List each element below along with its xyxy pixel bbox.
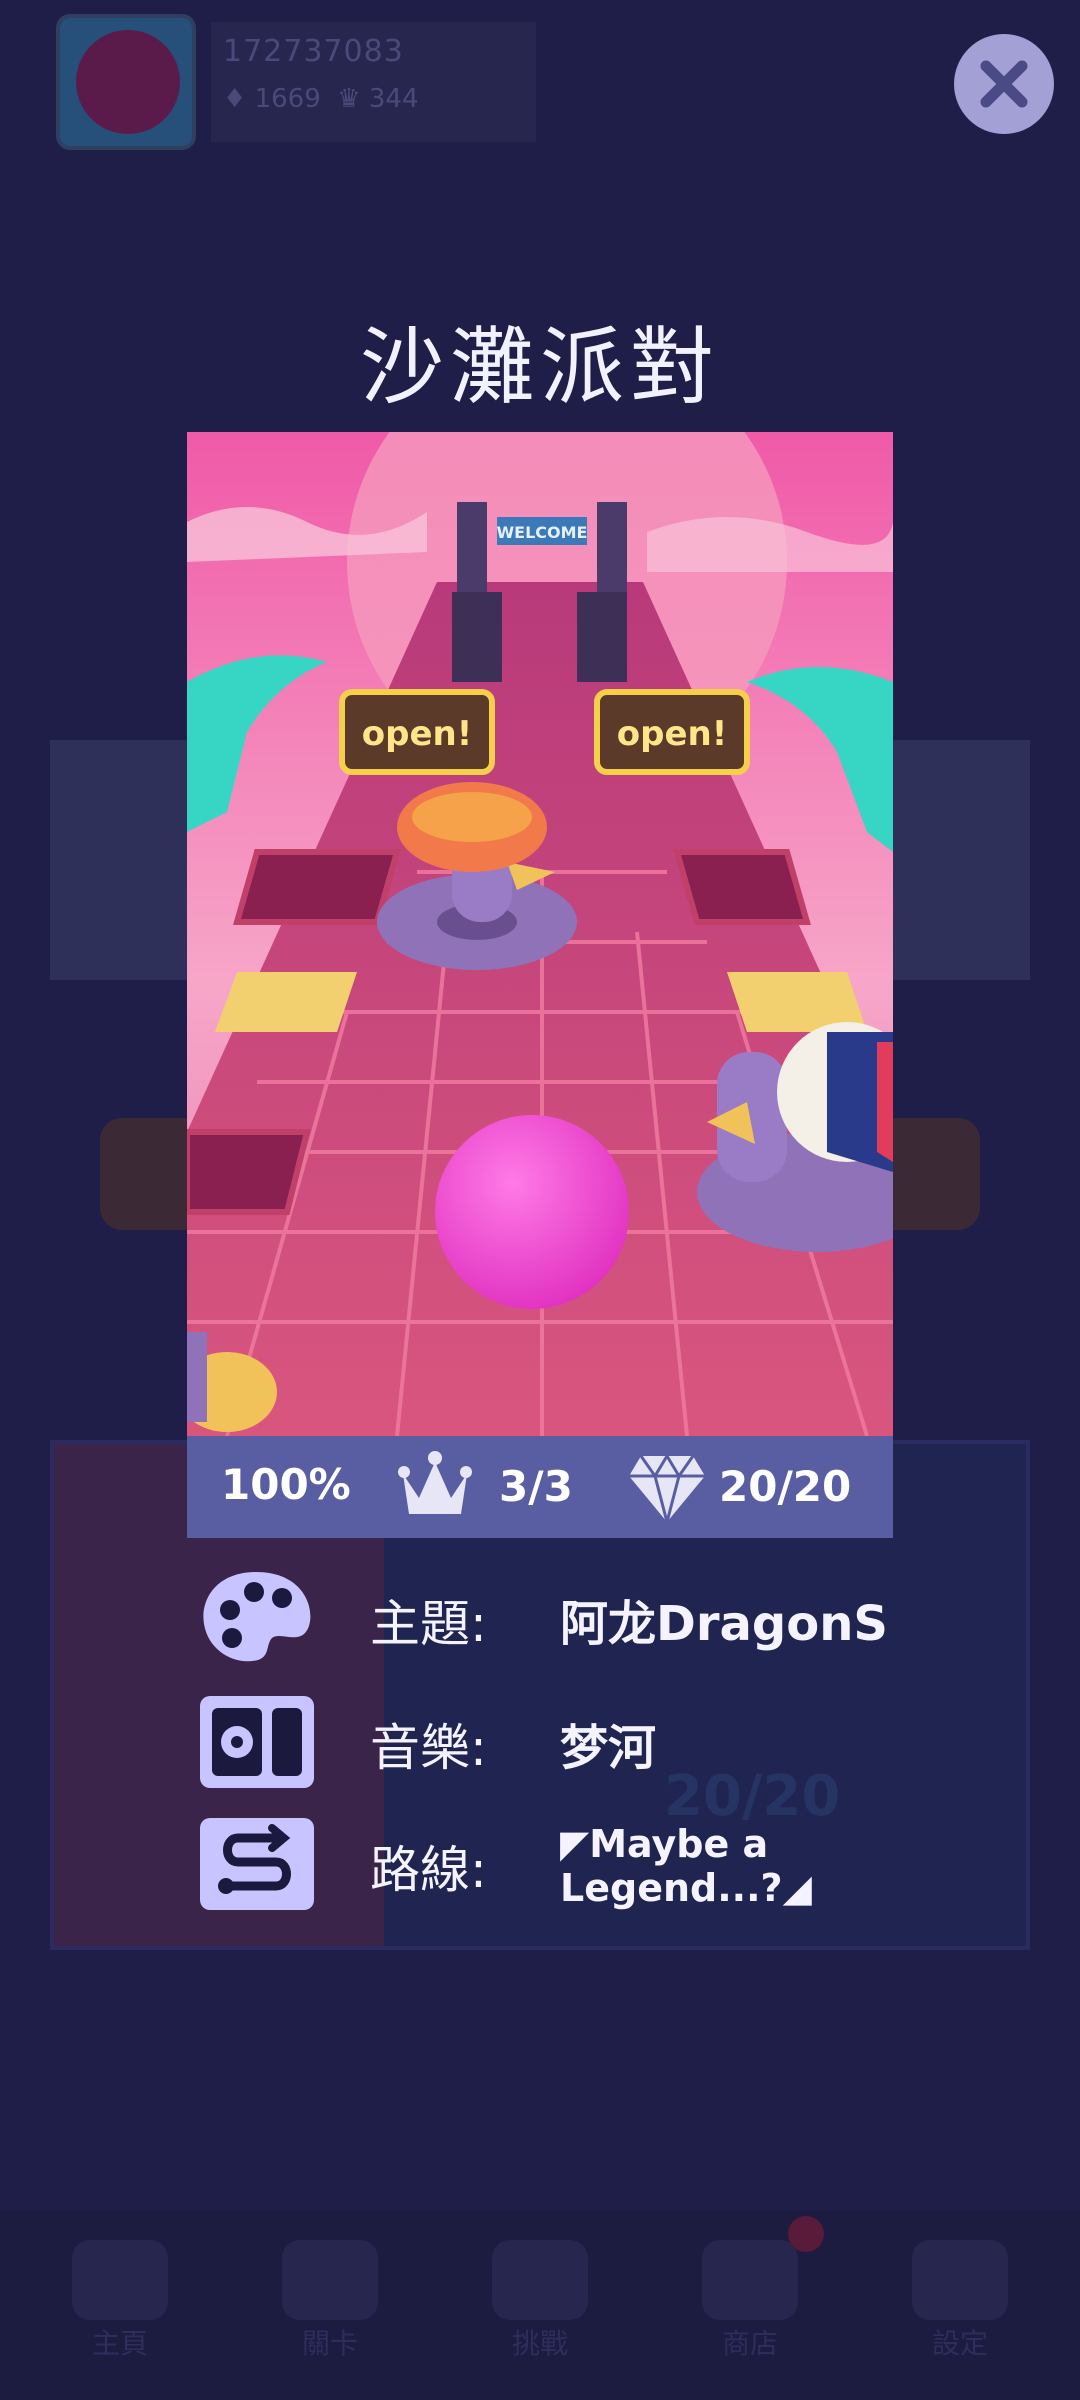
route-value: ◤Maybe a Legend...?◢ — [560, 1822, 812, 1910]
gem-progress: 20/20 — [719, 1462, 852, 1511]
route-value-line1: ◤Maybe a — [560, 1822, 769, 1866]
music-value: 梦河 — [560, 1720, 657, 1776]
level-stats-bar: 100% 3/3 20/20 — [187, 1436, 893, 1538]
notification-badge — [788, 2216, 824, 2252]
player-stats: ♦ 1669 ♛ 344 — [223, 84, 419, 114]
crown-icon — [397, 1450, 473, 1524]
crown-progress: 3/3 — [499, 1462, 573, 1511]
music-player-icon — [196, 1692, 318, 1792]
welcome-sign: WELCOME — [497, 523, 588, 542]
level-card-count: 20/20 — [664, 1764, 841, 1829]
theme-label: 主題: — [370, 1595, 487, 1653]
crown-count: 344 — [368, 84, 419, 114]
level-title: 沙灘派對 — [359, 318, 720, 416]
route-value-line2: Legend...?◢ — [560, 1866, 812, 1910]
progress-percent: 100% — [221, 1460, 351, 1509]
level-preview-image: WELCOME open! open! — [187, 432, 893, 1436]
theme-value: 阿龙DragonS — [560, 1596, 888, 1652]
gem-count: 1669 — [254, 84, 321, 114]
palette-icon — [196, 1568, 318, 1668]
player-info: 172737083 ♦ 1669 ♛ 344 — [211, 22, 536, 142]
castle-right — [880, 740, 1030, 980]
close-icon — [980, 60, 1028, 108]
close-button[interactable] — [954, 34, 1054, 134]
crown-icon: ♛ — [337, 84, 361, 114]
avatar[interactable] — [56, 14, 196, 150]
music-label: 音樂: — [370, 1719, 487, 1777]
castle-left — [50, 740, 200, 980]
player-ball — [435, 1115, 629, 1309]
open-sign-right: open! — [617, 714, 727, 754]
nav-shop[interactable]: 商店 — [690, 2322, 810, 2362]
home-icon[interactable] — [72, 2240, 168, 2320]
player-id: 172737083 — [223, 34, 404, 69]
route-icon — [196, 1814, 318, 1914]
nav-challenge[interactable]: 挑戰 — [480, 2322, 600, 2362]
gem-icon — [627, 1452, 707, 1528]
nav-levels[interactable]: 關卡 — [270, 2322, 390, 2362]
levels-icon[interactable] — [282, 2240, 378, 2320]
open-sign-left: open! — [362, 714, 472, 754]
nav-home[interactable]: 主頁 — [60, 2322, 180, 2362]
shop-icon[interactable] — [702, 2240, 798, 2320]
challenge-icon[interactable] — [492, 2240, 588, 2320]
settings-icon[interactable] — [912, 2240, 1008, 2320]
gem-icon: ♦ — [223, 84, 247, 114]
player-header: 172737083 ♦ 1669 ♛ 344 — [56, 14, 536, 150]
route-label: 路線: — [370, 1841, 487, 1899]
bottom-nav: 主頁 關卡 挑戰 商店 設定 — [0, 2210, 1080, 2400]
nav-settings[interactable]: 設定 — [900, 2322, 1020, 2362]
